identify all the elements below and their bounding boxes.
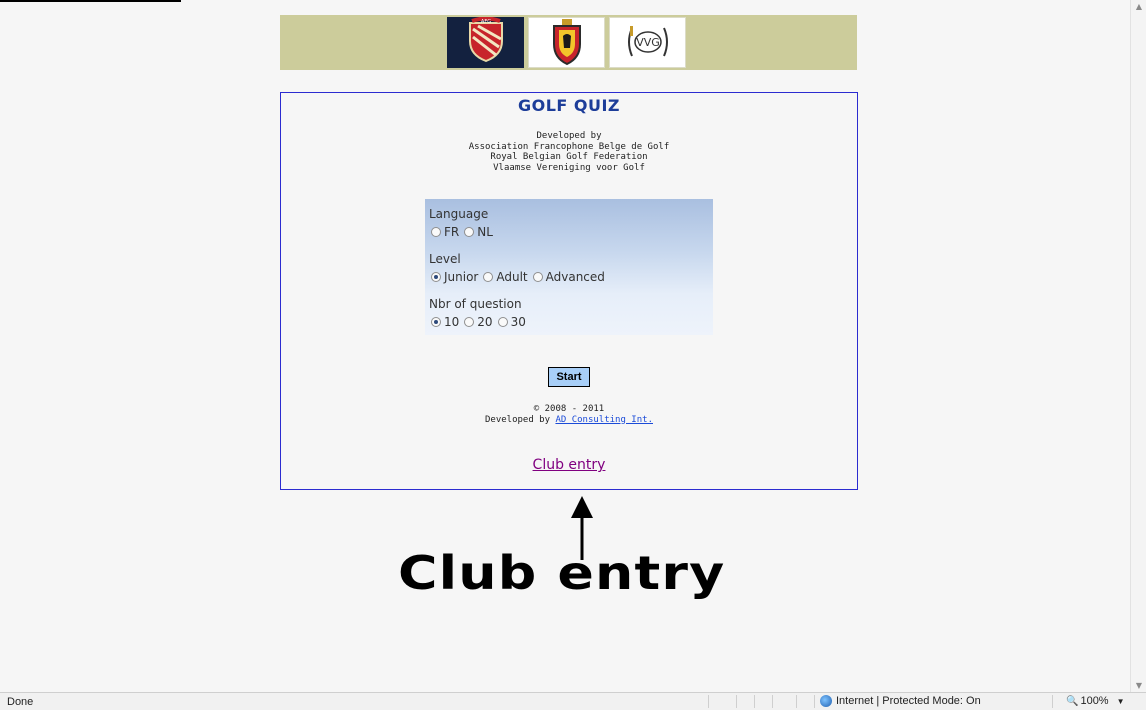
rbgf-logo [528, 17, 605, 68]
questions-option-20[interactable]: 20 [464, 315, 493, 329]
page-title: GOLF QUIZ [517, 96, 621, 115]
developer-line: Developed by AD Consulting Int. [281, 415, 857, 426]
status-divider [736, 695, 737, 708]
vvg-logo: VVG [609, 17, 686, 68]
radio-label-30: 30 [510, 315, 526, 329]
status-divider [1052, 695, 1053, 708]
language-option-nl[interactable]: NL [464, 225, 493, 239]
vertical-scrollbar[interactable]: ▲ ▼ [1130, 0, 1146, 692]
zoom-control[interactable]: 🔍 100% ▼ [1066, 695, 1125, 707]
status-divider [754, 695, 755, 708]
questions-label: Nbr of question [429, 297, 522, 311]
developer-prefix: Developed by [485, 414, 556, 425]
status-divider [796, 695, 797, 708]
header-banner: AFG VVG [280, 15, 857, 70]
status-bar: Done Internet | Protected Mode: On 🔍 100… [0, 692, 1146, 710]
questions-radio-group: 10 20 30 [431, 315, 531, 329]
copyright-text: © 2008 - 2011 [533, 404, 605, 414]
top-divider [0, 0, 181, 2]
security-zone[interactable]: Internet | Protected Mode: On [820, 695, 981, 707]
status-divider [708, 695, 709, 708]
radio-label-20: 20 [477, 315, 493, 329]
radio-30[interactable] [497, 317, 508, 327]
status-divider [772, 695, 773, 708]
questions-option-10[interactable]: 10 [431, 315, 459, 329]
status-divider [814, 695, 815, 708]
radio-20[interactable] [464, 317, 475, 327]
language-label: Language [429, 207, 489, 221]
radio-label-junior: Junior [444, 270, 479, 284]
level-option-advanced[interactable]: Advanced [532, 270, 605, 284]
questions-option-30[interactable]: 30 [497, 315, 526, 329]
svg-text:AFG: AFG [480, 19, 490, 25]
radio-label-adult: Adult [496, 270, 528, 284]
scroll-down-icon[interactable]: ▼ [1131, 681, 1146, 690]
status-text: Done [7, 696, 34, 708]
chevron-down-icon[interactable]: ▼ [1117, 697, 1125, 706]
level-option-junior[interactable]: Junior [431, 270, 478, 284]
quiz-options-form: Language FR NL Level Junior Adult Advanc… [425, 199, 713, 335]
radio-nl[interactable] [464, 227, 475, 237]
radio-fr[interactable] [431, 227, 441, 237]
svg-text:VVG: VVG [636, 36, 660, 49]
radio-10[interactable] [431, 317, 441, 327]
scroll-up-icon[interactable]: ▲ [1131, 2, 1146, 11]
copyright-block: © 2008 - 2011 Developed by AD Consulting… [281, 404, 857, 425]
radio-label-nl: NL [477, 225, 493, 239]
club-entry-link[interactable]: Club entry [281, 457, 857, 473]
credits-line: Vlaamse Vereniging voor Golf [493, 162, 645, 173]
credits-line: Royal Belgian Golf Federation [490, 152, 648, 162]
radio-label-advanced: Advanced [545, 270, 605, 284]
level-radio-group: Junior Adult Advanced [431, 270, 610, 284]
zone-text: Internet | Protected Mode: On [836, 695, 981, 707]
credits-line: Association Francophone Belge de Golf [468, 141, 670, 152]
level-label: Level [429, 252, 461, 266]
zoom-icon: 🔍 [1066, 695, 1079, 707]
radio-label-fr: FR [444, 225, 460, 239]
quiz-panel: GOLF QUIZ Developed by Association Franc… [280, 92, 858, 490]
radio-label-10: 10 [444, 315, 460, 329]
annotation-label: Club entry [398, 546, 726, 600]
afg-logo: AFG [447, 17, 524, 68]
credits-block: Developed by Association Francophone Bel… [281, 131, 857, 173]
radio-advanced[interactable] [532, 272, 543, 282]
developer-link[interactable]: AD Consulting Int. [555, 415, 653, 425]
globe-icon [820, 695, 832, 707]
start-button[interactable]: Start [548, 367, 590, 387]
language-radio-group: FR NL [431, 225, 498, 239]
level-option-adult[interactable]: Adult [483, 270, 528, 284]
credits-line: Developed by [536, 131, 602, 141]
radio-junior[interactable] [431, 272, 441, 282]
language-option-fr[interactable]: FR [431, 225, 459, 239]
radio-adult[interactable] [483, 272, 494, 282]
zoom-level: 100% [1080, 695, 1109, 707]
